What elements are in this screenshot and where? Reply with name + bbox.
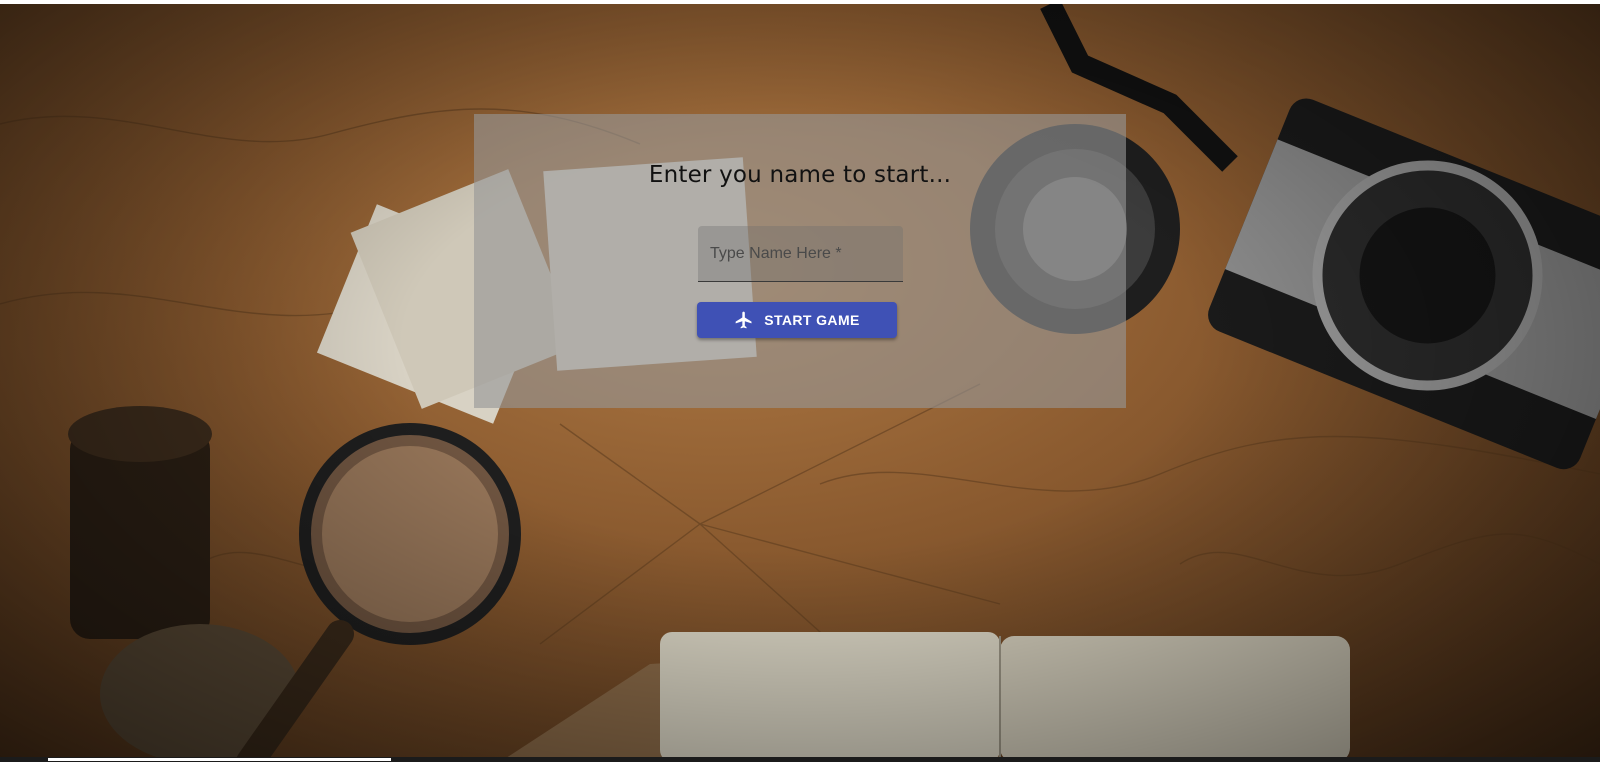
- start-game-label: START GAME: [764, 312, 860, 328]
- bottom-strip: [0, 757, 1600, 762]
- start-panel: Enter you name to start... START GAME: [474, 114, 1126, 408]
- start-game-button[interactable]: START GAME: [697, 302, 897, 338]
- name-input[interactable]: [698, 226, 903, 281]
- bottom-strip-segment: [48, 758, 391, 761]
- page-title: Enter you name to start...: [648, 162, 952, 188]
- game-start-page: Enter you name to start... START GAME: [0, 0, 1600, 762]
- name-field[interactable]: [698, 226, 903, 282]
- airplane-icon: [734, 310, 754, 330]
